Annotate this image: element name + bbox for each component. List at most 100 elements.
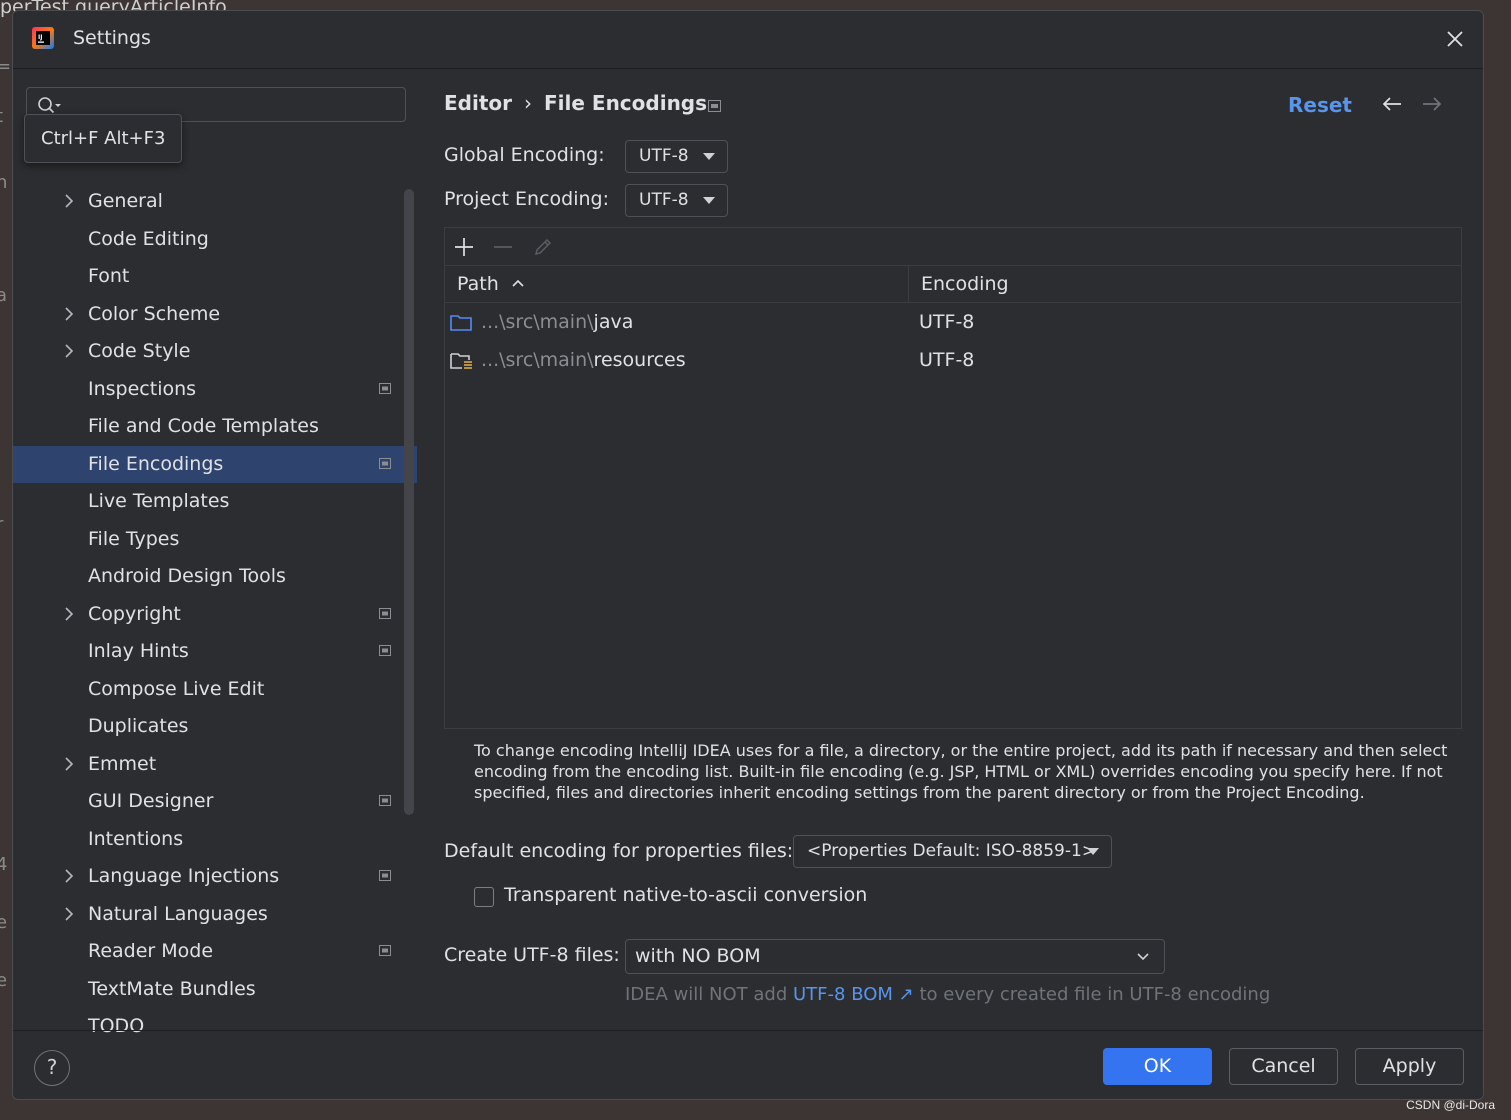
edit-path-button[interactable] bbox=[530, 234, 556, 260]
cancel-button[interactable]: Cancel bbox=[1229, 1048, 1338, 1085]
breadcrumb-separator: › bbox=[524, 91, 532, 115]
bom-hint: IDEA will NOT add UTF-8 BOM ↗ to every c… bbox=[625, 984, 1271, 1005]
project-encoding-value: UTF-8 bbox=[639, 190, 689, 210]
chevron-right-icon[interactable] bbox=[63, 193, 75, 209]
project-scope-icon bbox=[379, 870, 391, 881]
add-path-button[interactable] bbox=[451, 234, 477, 260]
sidebar-item-file-types[interactable]: File Types bbox=[13, 521, 417, 558]
breadcrumb-parent[interactable]: Editor bbox=[444, 91, 512, 115]
column-divider[interactable] bbox=[908, 266, 909, 302]
chevron-right-icon[interactable] bbox=[63, 606, 75, 622]
sidebar-item-intentions[interactable]: Intentions bbox=[13, 821, 417, 858]
sidebar-item-android-design-tools[interactable]: Android Design Tools bbox=[13, 558, 417, 595]
sidebar-item-natural-languages[interactable]: Natural Languages bbox=[13, 896, 417, 933]
apply-button[interactable]: Apply bbox=[1355, 1048, 1464, 1085]
create-utf8-select[interactable]: with NO BOM bbox=[625, 939, 1165, 974]
sidebar-item-file-encodings[interactable]: File Encodings bbox=[13, 445, 417, 483]
sidebar-item-label: File Types bbox=[88, 527, 180, 550]
utf8-bom-link[interactable]: UTF-8 BOM bbox=[793, 984, 893, 1005]
resources-folder-icon bbox=[450, 353, 472, 369]
help-button[interactable]: ? bbox=[34, 1050, 70, 1086]
sidebar-item-general[interactable]: General bbox=[13, 183, 417, 220]
create-utf8-label: Create UTF-8 files: bbox=[444, 944, 620, 966]
sidebar-item-inspections[interactable]: Inspections bbox=[13, 371, 417, 408]
sidebar-item-label: Intentions bbox=[88, 827, 184, 850]
sidebar-item-label: Emmet bbox=[88, 752, 157, 775]
sidebar-item-copyright[interactable]: Copyright bbox=[13, 596, 417, 633]
sidebar-item-label: Code Style bbox=[88, 340, 191, 362]
sidebar-item-label: Inlay Hints bbox=[88, 640, 189, 662]
sidebar-item-label: Compose Live Edit bbox=[88, 677, 265, 700]
plus-icon bbox=[455, 238, 473, 256]
project-scope-icon bbox=[708, 100, 721, 112]
sidebar-item-language-injections[interactable]: Language Injections bbox=[13, 858, 417, 895]
settings-dialog: IJ Settings Ctrl+F Alt+F3 General Code Ed… bbox=[12, 10, 1484, 1100]
sidebar-item-label: File Encodings bbox=[88, 452, 224, 475]
chevron-right-icon[interactable] bbox=[63, 868, 75, 884]
sidebar-item-label: Reader Mode bbox=[88, 940, 214, 962]
project-encoding-select[interactable]: UTF-8 bbox=[625, 184, 728, 217]
sidebar-item-color-scheme[interactable]: Color Scheme bbox=[13, 296, 417, 333]
column-header-encoding[interactable]: Encoding bbox=[921, 266, 1009, 302]
sidebar-scrollbar[interactable] bbox=[404, 189, 414, 815]
sidebar-item-label: Live Templates bbox=[88, 490, 230, 512]
table-row[interactable]: ...\src\main\resources UTF-8 bbox=[445, 341, 1461, 379]
chevron-right-icon[interactable] bbox=[63, 306, 75, 322]
sidebar-item-label: Color Scheme bbox=[88, 302, 221, 325]
sidebar-item-label: Code Editing bbox=[88, 227, 209, 250]
dialog-title: Settings bbox=[73, 27, 151, 49]
sidebar-item-label: Natural Languages bbox=[88, 902, 268, 925]
folder-icon bbox=[450, 315, 472, 331]
sidebar-item-code-style[interactable]: Code Style bbox=[13, 333, 417, 370]
sidebar-item-file-and-code-templates[interactable]: File and Code Templates bbox=[13, 408, 417, 445]
global-encoding-select[interactable]: UTF-8 bbox=[625, 140, 728, 173]
row-encoding[interactable]: UTF-8 bbox=[919, 341, 974, 379]
sidebar-item-label: GUI Designer bbox=[88, 790, 214, 812]
ok-button[interactable]: OK bbox=[1103, 1048, 1212, 1085]
global-encoding-label: Global Encoding: bbox=[444, 144, 605, 166]
intellij-logo-icon: IJ bbox=[32, 27, 54, 49]
sidebar-item-code-editing[interactable]: Code Editing bbox=[13, 221, 417, 258]
pencil-icon bbox=[534, 238, 552, 256]
sidebar-item-gui-designer[interactable]: GUI Designer bbox=[13, 783, 417, 820]
project-encoding-label: Project Encoding: bbox=[444, 188, 610, 210]
minus-icon bbox=[494, 246, 512, 248]
column-header-path[interactable]: Path bbox=[457, 266, 499, 302]
create-utf8-value: with NO BOM bbox=[635, 945, 761, 967]
close-button[interactable] bbox=[1441, 25, 1469, 53]
forward-arrow-icon[interactable] bbox=[1421, 95, 1443, 113]
chevron-right-icon[interactable] bbox=[63, 756, 75, 772]
back-arrow-icon[interactable] bbox=[1381, 95, 1403, 113]
sidebar-item-label: Copyright bbox=[88, 602, 181, 625]
sidebar-item-textmate-bundles[interactable]: TextMate Bundles bbox=[13, 971, 417, 1008]
search-shortcut-tooltip: Ctrl+F Alt+F3 bbox=[24, 114, 182, 163]
help-description: To change encoding IntelliJ IDEA uses fo… bbox=[474, 741, 1448, 802]
sidebar-item-duplicates[interactable]: Duplicates bbox=[13, 708, 417, 745]
close-icon bbox=[1447, 31, 1463, 47]
properties-encoding-select[interactable]: <Properties Default: ISO-8859-1> bbox=[793, 835, 1112, 868]
project-scope-icon bbox=[379, 945, 391, 956]
transparent-conversion-label[interactable]: Transparent native-to-ascii conversion bbox=[504, 884, 867, 906]
global-encoding-value: UTF-8 bbox=[639, 146, 689, 166]
properties-encoding-label: Default encoding for properties files: bbox=[444, 840, 794, 862]
sidebar-item-live-templates[interactable]: Live Templates bbox=[13, 483, 417, 520]
sidebar-item-font[interactable]: Font bbox=[13, 258, 417, 295]
reset-button[interactable]: Reset bbox=[1288, 93, 1352, 117]
sidebar-item-emmet[interactable]: Emmet bbox=[13, 746, 417, 783]
chevron-right-icon[interactable] bbox=[63, 343, 75, 359]
sidebar-item-label: Language Injections bbox=[88, 865, 280, 887]
sidebar-item-label: Font bbox=[88, 265, 130, 287]
sidebar-item-compose-live-edit[interactable]: Compose Live Edit bbox=[13, 671, 417, 708]
row-encoding[interactable]: UTF-8 bbox=[919, 303, 974, 341]
search-icon bbox=[38, 97, 61, 114]
sidebar-item-label: Inspections bbox=[88, 377, 197, 400]
remove-path-button[interactable] bbox=[490, 234, 516, 260]
table-row[interactable]: ...\src\main\java UTF-8 bbox=[445, 303, 1461, 341]
chevron-right-icon[interactable] bbox=[63, 906, 75, 922]
sidebar-item-label: File and Code Templates bbox=[88, 415, 319, 437]
dialog-footer: ? OK Cancel Apply bbox=[13, 1030, 1483, 1099]
transparent-conversion-checkbox[interactable] bbox=[474, 887, 494, 907]
sidebar-item-inlay-hints[interactable]: Inlay Hints bbox=[13, 633, 417, 670]
sort-ascending-icon bbox=[512, 279, 524, 287]
sidebar-item-reader-mode[interactable]: Reader Mode bbox=[13, 933, 417, 970]
